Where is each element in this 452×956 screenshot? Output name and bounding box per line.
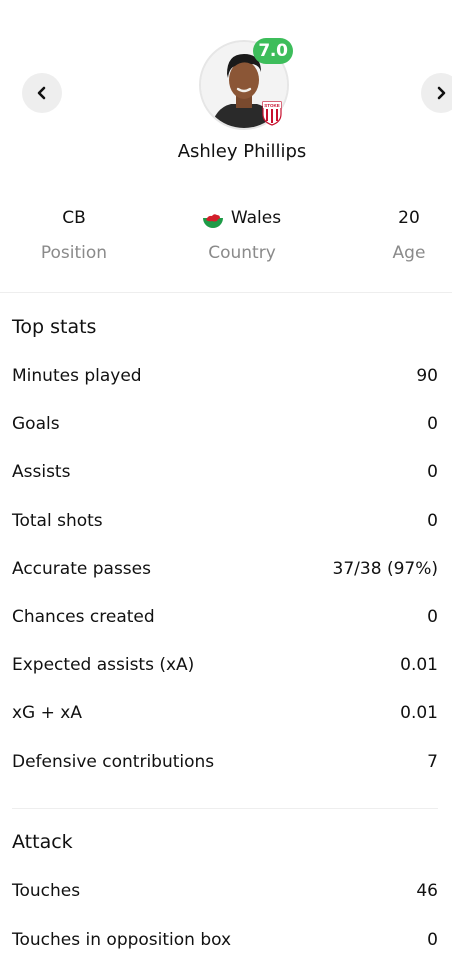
position-value: CB: [62, 208, 86, 228]
stat-row: Defensive contributions 7: [12, 750, 438, 774]
stat-row: Touches in opposition box 0: [12, 928, 438, 952]
top-stats-title: Top stats: [12, 316, 97, 338]
chevron-right-icon: [437, 86, 446, 100]
stat-label: xG + xA: [12, 703, 82, 723]
stat-row: Touches 46: [12, 879, 438, 903]
club-badge-text: STOKE: [264, 103, 279, 108]
age-label: Age: [392, 243, 426, 263]
position-label: Position: [40, 243, 108, 263]
age-value: 20: [398, 208, 420, 228]
stat-value: 7: [427, 752, 438, 772]
stat-value: 0: [427, 511, 438, 531]
stat-label: Goals: [12, 414, 60, 434]
stat-row: Chances created 0: [12, 605, 438, 629]
country-value: Wales: [230, 208, 282, 228]
stat-label: Chances created: [12, 607, 155, 627]
position-info: CB Position: [24, 206, 124, 263]
stat-value: 0: [427, 930, 438, 950]
stat-label: Touches: [12, 881, 81, 901]
stat-value: 0: [427, 414, 438, 434]
stat-value: 37/38 (97%): [332, 559, 438, 579]
stat-label: Accurate passes: [12, 559, 151, 579]
stat-row: Accurate passes 37/38 (97%): [12, 557, 438, 581]
stat-value: 0.01: [400, 703, 438, 723]
stat-row: Goals 0: [12, 412, 438, 436]
player-name: Ashley Phillips: [177, 141, 307, 162]
stat-label: Defensive contributions: [12, 752, 215, 772]
country-info: Wales Country: [182, 206, 302, 263]
age-info: 20 Age: [369, 206, 449, 263]
stat-row: Expected assists (xA) 0.01: [12, 653, 438, 677]
stat-value: 0: [427, 607, 438, 627]
stat-value: 0: [427, 462, 438, 482]
previous-player-button[interactable]: [22, 73, 62, 113]
section-divider: [12, 808, 438, 809]
next-player-button[interactable]: [421, 73, 452, 113]
stat-row: xG + xA 0.01: [12, 701, 438, 725]
stat-label: Minutes played: [12, 366, 142, 386]
chevron-left-icon: [37, 86, 46, 100]
stat-row: Minutes played 90: [12, 364, 438, 388]
stat-row: Assists 0: [12, 460, 438, 484]
player-header: 7.0 STOKE: [199, 38, 293, 130]
stat-row: Total shots 0: [12, 509, 438, 533]
stat-label: Touches in opposition box: [12, 930, 232, 950]
stat-value: 90: [416, 366, 438, 386]
stat-value: 46: [416, 881, 438, 901]
stat-label: Expected assists (xA): [12, 655, 195, 675]
wales-flag-icon: [202, 208, 223, 228]
country-label: Country: [208, 243, 276, 263]
country-value-wrap: Wales: [182, 206, 302, 230]
player-rating-badge: 7.0: [253, 38, 293, 64]
section-divider: [0, 292, 452, 293]
stat-label: Total shots: [12, 511, 103, 531]
stat-value: 0.01: [400, 655, 438, 675]
stoke-city-badge-icon: STOKE: [262, 101, 282, 126]
stat-label: Assists: [12, 462, 71, 482]
attack-title: Attack: [12, 831, 73, 853]
